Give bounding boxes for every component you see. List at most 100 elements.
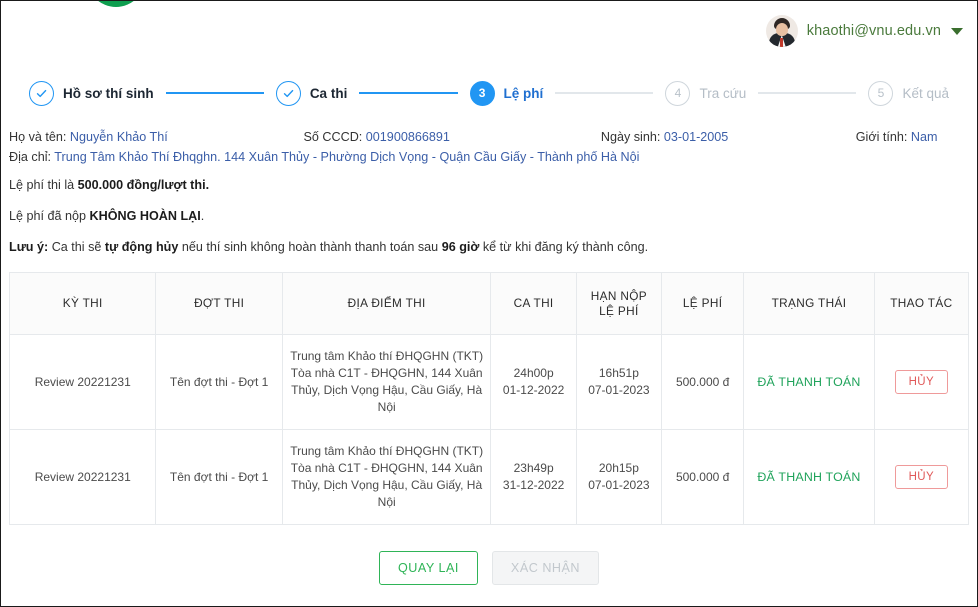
candidate-info-row-2: Địa chỉ: Trung Tâm Khảo Thí Đhqghn. 144 …: [9, 147, 969, 167]
progress-stepper: Hồ sơ thí sinh Ca thi 3 Lệ phí 4 Tra cứu…: [1, 67, 977, 119]
step-label: Tra cứu: [699, 86, 746, 101]
notice-fee-prefix: Lệ phí thi là: [9, 178, 78, 192]
candidate-address-label: Địa chỉ:: [9, 150, 51, 164]
cell-han-nop-time: 20h15p: [583, 460, 655, 477]
candidate-dob: Ngày sinh: 03-01-2005: [601, 127, 856, 147]
header-thao-tac: THAO TÁC: [874, 273, 968, 335]
candidate-name-label: Họ và tên:: [9, 130, 66, 144]
chevron-down-icon[interactable]: [951, 28, 963, 35]
header-han-line-2: LỆ PHÍ: [599, 304, 638, 318]
table-row: Review 20221231 Tên đợt thi - Đợt 1 Trun…: [10, 430, 969, 525]
step-le-phi[interactable]: 3 Lệ phí: [470, 81, 544, 106]
cell-han-nop-time: 16h51p: [583, 365, 655, 382]
candidate-cccd: Số CCCD: 001900866891: [304, 127, 601, 147]
avatar: [766, 15, 798, 47]
notice-warning-suffix: kể từ khi đăng ký thành công.: [479, 240, 648, 254]
cell-ca-thi: 23h49p 31-12-2022: [491, 430, 576, 525]
step-tra-cuu[interactable]: 4 Tra cứu: [665, 81, 746, 106]
notice-warning-label: Lưu ý:: [9, 240, 48, 254]
candidate-name: Họ và tên: Nguyễn Khảo Thí: [9, 127, 304, 147]
cell-ca-thi-date: 01-12-2022: [497, 382, 569, 399]
notice-refund-prefix: Lệ phí đã nộp: [9, 209, 90, 223]
fee-table-body: Review 20221231 Tên đợt thi - Đợt 1 Trun…: [10, 335, 969, 525]
check-icon: [29, 81, 54, 106]
account-menu[interactable]: khaothi@vnu.edu.vn: [766, 15, 963, 47]
notice-warning-mid2: nếu thí sinh không hoàn thành thanh toán…: [178, 240, 441, 254]
step-connector: [359, 92, 457, 94]
notice-warning-mid1: Ca thi sẽ: [48, 240, 105, 254]
step-ho-so-thi-sinh[interactable]: Hồ sơ thí sinh: [29, 81, 154, 106]
candidate-address: Địa chỉ: Trung Tâm Khảo Thí Đhqghn. 144 …: [9, 147, 639, 167]
site-logo-icon: [87, 0, 145, 7]
cell-trang-thai: ĐÃ THANH TOÁN: [744, 430, 874, 525]
candidate-sex-label: Giới tính:: [856, 130, 908, 144]
candidate-info: Họ và tên: Nguyễn Khảo Thí Số CCCD: 0019…: [1, 119, 977, 167]
candidate-info-row-1: Họ và tên: Nguyễn Khảo Thí Số CCCD: 0019…: [9, 127, 969, 147]
cell-ky-thi: Review 20221231: [10, 430, 156, 525]
fee-table-container: KỲ THI ĐỢT THI ĐỊA ĐIỂM THI CA THI HẠN N…: [1, 272, 977, 525]
step-label: Kết quả: [902, 86, 949, 101]
step-label: Lệ phí: [504, 86, 544, 101]
cell-ca-thi-time: 24h00p: [497, 365, 569, 382]
header-dot-thi: ĐỢT THI: [156, 273, 282, 335]
step-label: Ca thi: [310, 86, 348, 101]
step-number: 5: [868, 81, 893, 106]
notice-warning-bold2: tự động hủy: [105, 240, 178, 254]
cell-thao-tac: HỦY: [874, 335, 968, 430]
fee-notices: Lệ phí thi là 500.000 đồng/lượt thi. Lệ …: [1, 167, 977, 272]
candidate-dob-label: Ngày sinh:: [601, 130, 661, 144]
cell-le-phi: 500.000 đ: [662, 430, 744, 525]
status-badge: ĐÃ THANH TOÁN: [757, 470, 860, 484]
header-le-phi: LỆ PHÍ: [662, 273, 744, 335]
step-connector: [555, 92, 653, 94]
candidate-dob-value: 03-01-2005: [664, 130, 728, 144]
cell-han-nop-date: 07-01-2023: [583, 382, 655, 399]
cell-ky-thi: Review 20221231: [10, 335, 156, 430]
notice-refund-suffix: .: [201, 209, 205, 223]
step-connector: [166, 92, 264, 94]
confirm-button[interactable]: XÁC NHẬN: [492, 551, 599, 585]
header-dia-diem-thi: ĐỊA ĐIỂM THI: [282, 273, 491, 335]
notice-auto-cancel: Lưu ý: Ca thi sẽ tự động hủy nếu thí sin…: [9, 239, 969, 256]
header-han-nop-le-phi: HẠN NỘP LỆ PHÍ: [576, 273, 661, 335]
cancel-registration-button[interactable]: HỦY: [895, 465, 948, 489]
check-icon: [276, 81, 301, 106]
cell-ca-thi-time: 23h49p: [497, 460, 569, 477]
account-email: khaothi@vnu.edu.vn: [807, 23, 941, 39]
status-badge: ĐÃ THANH TOÁN: [757, 375, 860, 389]
cell-han-nop-date: 07-01-2023: [583, 477, 655, 494]
header-trang-thai: TRẠNG THÁI: [744, 273, 874, 335]
candidate-cccd-label: Số CCCD:: [304, 130, 363, 144]
back-button[interactable]: QUAY LẠI: [379, 551, 478, 585]
cell-han-nop: 20h15p 07-01-2023: [576, 430, 661, 525]
notice-fee-bold: 500.000 đồng/lượt thi.: [78, 178, 209, 192]
form-actions: QUAY LẠI XÁC NHẬN: [1, 551, 977, 585]
cell-trang-thai: ĐÃ THANH TOÁN: [744, 335, 874, 430]
notice-refund-bold: KHÔNG HOÀN LẠI: [90, 209, 201, 223]
step-number: 4: [665, 81, 690, 106]
cell-le-phi: 500.000 đ: [662, 335, 744, 430]
cell-thao-tac: HỦY: [874, 430, 968, 525]
header-han-line-1: HẠN NỘP: [591, 289, 647, 303]
step-ket-qua[interactable]: 5 Kết quả: [868, 81, 949, 106]
cell-dia-diem: Trung tâm Khảo thí ĐHQGHN (TKT) Tòa nhà …: [282, 335, 491, 430]
page-root: khaothi@vnu.edu.vn Hồ sơ thí sinh Ca thi: [0, 0, 978, 607]
cell-han-nop: 16h51p 07-01-2023: [576, 335, 661, 430]
step-label: Hồ sơ thí sinh: [63, 86, 154, 101]
fee-table: KỲ THI ĐỢT THI ĐỊA ĐIỂM THI CA THI HẠN N…: [9, 272, 969, 525]
step-ca-thi[interactable]: Ca thi: [276, 81, 348, 106]
cell-ca-thi-date: 31-12-2022: [497, 477, 569, 494]
fee-table-head: KỲ THI ĐỢT THI ĐỊA ĐIỂM THI CA THI HẠN N…: [10, 273, 969, 335]
step-number: 3: [470, 81, 495, 106]
notice-warning-hours: 96 giờ: [442, 240, 480, 254]
header-ca-thi: CA THI: [491, 273, 576, 335]
step-connector: [758, 92, 856, 94]
cancel-registration-button[interactable]: HỦY: [895, 370, 948, 394]
candidate-name-value: Nguyễn Khảo Thí: [70, 130, 168, 144]
header-ky-thi: KỲ THI: [10, 273, 156, 335]
notice-fee-amount: Lệ phí thi là 500.000 đồng/lượt thi.: [9, 177, 969, 194]
candidate-sex: Giới tính: Nam: [856, 127, 969, 147]
cell-dia-diem: Trung tâm Khảo thí ĐHQGHN (TKT) Tòa nhà …: [282, 430, 491, 525]
candidate-sex-value: Nam: [911, 130, 938, 144]
notice-no-refund: Lệ phí đã nộp KHÔNG HOÀN LẠI.: [9, 208, 969, 225]
